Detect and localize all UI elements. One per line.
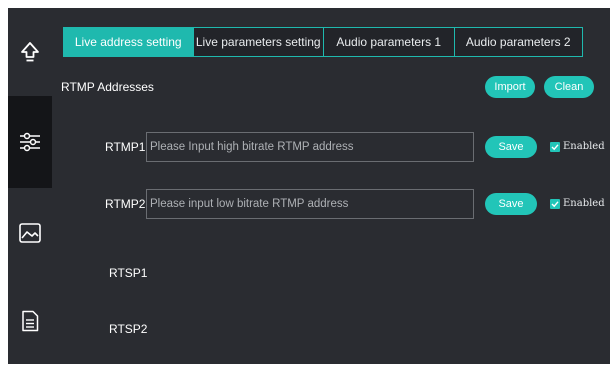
- rtmp2-enabled-checkbox[interactable]: Enabled: [550, 198, 605, 209]
- section-title: RTMP Addresses: [61, 80, 154, 94]
- sidebar: [8, 8, 52, 364]
- rtsp1-label: RTSP1: [109, 266, 148, 280]
- tab-audio-parameters-2[interactable]: Audio parameters 2: [454, 28, 582, 56]
- sidebar-item-settings[interactable]: [8, 96, 52, 188]
- rtmp1-enabled-checkbox[interactable]: Enabled: [550, 141, 605, 152]
- tab-live-parameters-setting[interactable]: Live parameters setting: [193, 28, 324, 56]
- rtmp2-input[interactable]: [146, 189, 474, 219]
- check-icon: [550, 198, 560, 209]
- main-panel: Live address setting Live parameters set…: [52, 8, 610, 364]
- app-window: Live address setting Live parameters set…: [8, 8, 610, 364]
- sidebar-item-upload[interactable]: [8, 8, 52, 96]
- sliders-icon: [18, 130, 42, 154]
- rtmp1-input[interactable]: [146, 132, 474, 162]
- rtmp1-save-button[interactable]: Save: [485, 136, 537, 158]
- check-icon: [550, 141, 560, 152]
- document-icon: [21, 310, 39, 332]
- sidebar-item-document[interactable]: [8, 278, 52, 364]
- enabled-label: Enabled: [563, 198, 605, 209]
- enabled-label: Enabled: [563, 141, 605, 152]
- rtsp2-label: RTSP2: [109, 322, 148, 336]
- tab-audio-parameters-1[interactable]: Audio parameters 1: [324, 28, 455, 56]
- clean-button[interactable]: Clean: [544, 76, 594, 98]
- import-button[interactable]: Import: [485, 76, 535, 98]
- tab-bar: Live address setting Live parameters set…: [63, 27, 583, 57]
- upload-icon: [20, 41, 40, 63]
- rtmp1-label: RTMP1: [105, 140, 146, 154]
- rtmp2-save-button[interactable]: Save: [485, 193, 537, 215]
- sidebar-item-image[interactable]: [8, 188, 52, 278]
- rtmp2-label: RTMP2: [105, 197, 146, 211]
- image-icon: [18, 222, 42, 244]
- tab-live-address-setting[interactable]: Live address setting: [64, 28, 194, 56]
